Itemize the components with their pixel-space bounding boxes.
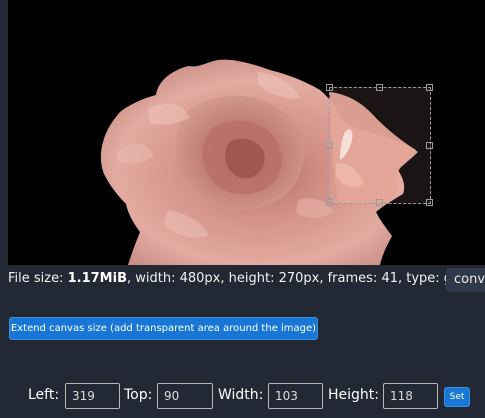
crop-handle-top[interactable] (376, 84, 383, 91)
height-input[interactable] (383, 383, 438, 409)
left-input[interactable] (65, 383, 120, 409)
convert-button[interactable]: conve (446, 268, 485, 292)
height-label: Height: (328, 387, 379, 403)
crop-handle-right[interactable] (426, 141, 433, 149)
crop-fields: Left: Top: Width: Height: Set (0, 374, 485, 418)
extend-canvas-button[interactable]: Extend canvas size (add transparent area… (9, 317, 318, 340)
crop-handle-bottom-left[interactable] (326, 199, 333, 206)
crop-handle-bottom[interactable] (376, 199, 383, 206)
crop-handle-top-right[interactable] (426, 84, 433, 91)
crop-selection[interactable] (326, 84, 433, 206)
left-label: Left: (28, 387, 60, 403)
top-label: Top: (124, 387, 153, 403)
file-details: , width: 480px, height: 270px, frames: 4… (127, 271, 461, 286)
file-size-value: 1.17MiB (67, 271, 127, 286)
crop-handle-top-left[interactable] (326, 84, 333, 91)
crop-handle-left[interactable] (326, 141, 333, 149)
width-label: Width: (218, 387, 264, 403)
set-button[interactable]: Set (444, 387, 470, 407)
file-info: File size: 1.17MiB, width: 480px, height… (8, 271, 460, 286)
top-input[interactable] (157, 383, 213, 409)
crop-handle-bottom-right[interactable] (426, 199, 433, 206)
file-size-label: File size: (8, 271, 68, 286)
width-input[interactable] (268, 383, 323, 409)
image-preview (8, 0, 485, 265)
